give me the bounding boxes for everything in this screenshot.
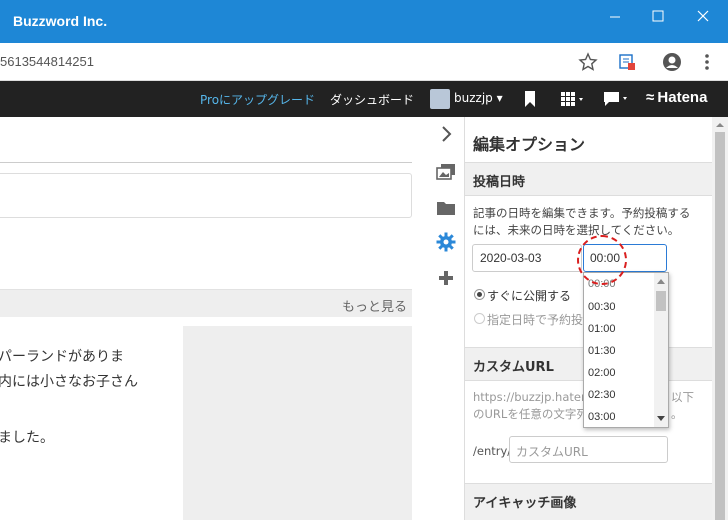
chevron-right-icon[interactable] <box>435 123 457 145</box>
page-scroll-up-icon[interactable] <box>712 119 728 131</box>
title-divider <box>0 162 412 163</box>
dashboard-link[interactable]: ダッシュボード <box>330 91 414 108</box>
highlight-circle <box>577 235 627 285</box>
dropdown-scroll-thumb[interactable] <box>656 291 666 311</box>
scheduled-label: 指定日時で予約投 <box>487 313 584 327</box>
post-date-desc-line1: 記事の日時を編集できます。予約投稿する <box>473 206 691 220</box>
apps-grid-icon[interactable] <box>560 90 586 112</box>
custom-url-desc-line1-tail: 以下 <box>671 390 694 404</box>
custom-url-placeholder: カスタムURL <box>516 445 588 459</box>
scroll-down-icon[interactable] <box>654 411 668 425</box>
article-line: ました。 <box>0 430 54 446</box>
minimize-icon[interactable] <box>600 6 630 26</box>
window-title: Buzzword Inc. <box>13 13 108 29</box>
page-scroll-thumb[interactable] <box>715 132 725 520</box>
time-option[interactable]: 01:30 <box>588 345 616 357</box>
page-scrollbar[interactable] <box>712 117 728 520</box>
custom-url-desc-line2-tail: 。 <box>671 407 683 421</box>
username-menu[interactable]: buzzjp ▾ <box>454 91 503 105</box>
hatena-logo[interactable]: ≈ Hatena <box>646 89 707 106</box>
menu-icon[interactable] <box>697 52 717 72</box>
images-icon[interactable] <box>435 161 457 183</box>
side-icon-column <box>428 117 464 520</box>
time-option[interactable]: 02:30 <box>588 389 616 401</box>
address-bar: 5613544814251 <box>0 43 728 81</box>
folder-icon[interactable] <box>435 197 457 219</box>
date-input[interactable]: 2020-03-03 <box>472 244 582 272</box>
star-icon[interactable] <box>578 52 598 72</box>
custom-url-input[interactable]: カスタムURL <box>509 436 668 463</box>
scroll-up-icon[interactable] <box>654 275 668 289</box>
scheduled-radio[interactable] <box>474 313 485 324</box>
window-titlebar: Buzzword Inc. <box>0 0 728 43</box>
dropdown-scrollbar[interactable] <box>654 273 668 427</box>
post-date-desc-line2: には、未来の日時を選択してください。 <box>473 223 680 237</box>
time-option[interactable]: 03:00 <box>588 411 616 423</box>
panel-title: 編集オプション <box>473 135 586 154</box>
article-line: 内には小さなお子さん <box>0 374 138 390</box>
publish-now-radio[interactable] <box>474 289 485 300</box>
time-option[interactable]: 01:00 <box>588 323 616 335</box>
time-dropdown-list[interactable]: 00:00 00:30 01:00 01:30 02:00 02:30 03:0… <box>583 272 669 428</box>
hatena-topbar: Proにアップグレード ダッシュボード buzzjp ▾ ≈ Hatena <box>0 81 728 117</box>
maximize-icon[interactable] <box>643 6 673 26</box>
username-label: buzzjp <box>454 91 493 105</box>
more-section: もっと見る <box>0 289 412 317</box>
publish-now-label: すぐに公開する <box>487 289 572 303</box>
post-date-heading: 投稿日時 <box>473 175 526 190</box>
time-option[interactable]: 02:00 <box>588 367 616 379</box>
comment-icon[interactable] <box>603 90 631 112</box>
profile-icon[interactable] <box>662 52 682 72</box>
article-line: パーランドがありま <box>0 349 124 365</box>
date-value: 2020-03-03 <box>480 251 542 265</box>
hatena-logo-text: Hatena <box>657 89 708 106</box>
post-date-header[interactable]: 投稿日時 <box>465 162 712 196</box>
article-preview: パーランドがありま 内には小さなお子さん ました。 <box>0 326 412 520</box>
custom-url-desc-line2: のURLを任意の文字列 <box>473 407 588 421</box>
plus-icon[interactable] <box>435 267 457 289</box>
close-icon[interactable] <box>688 6 718 26</box>
custom-url-heading: カスタムURL <box>473 360 554 375</box>
more-link[interactable]: もっと見る <box>342 296 407 315</box>
extension-icon[interactable] <box>617 52 637 72</box>
eyecatch-header[interactable]: アイキャッチ画像 <box>465 483 712 520</box>
url-text[interactable]: 5613544814251 <box>0 54 94 69</box>
time-option[interactable]: 00:30 <box>588 301 616 313</box>
entry-prefix: /entry/ <box>473 444 512 458</box>
custom-url-desc-line1: https://buzzjp.hatena <box>473 390 596 404</box>
post-date-description: 記事の日時を編集できます。予約投稿する には、未来の日時を選択してください。 <box>473 205 705 239</box>
editor-main: もっと見る パーランドがありま 内には小さなお子さん ました。 <box>0 117 428 520</box>
avatar[interactable] <box>430 89 450 109</box>
gear-icon[interactable] <box>435 231 457 253</box>
eyecatch-heading: アイキャッチ画像 <box>473 496 577 511</box>
editor-input-box[interactable] <box>0 173 412 218</box>
bookmark-icon[interactable] <box>523 90 537 112</box>
pro-upgrade-link[interactable]: Proにアップグレード <box>200 91 315 108</box>
